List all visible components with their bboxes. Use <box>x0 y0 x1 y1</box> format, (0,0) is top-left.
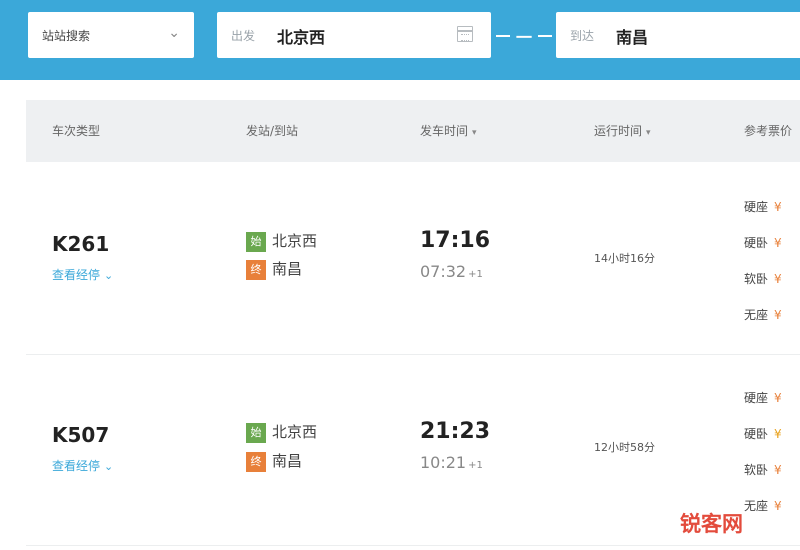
chevron-down-icon: ⌄ <box>104 269 114 282</box>
search-bar: 站站搜索 ⌄ 出发 北京西 一 到达 南昌 <box>0 0 800 80</box>
from-station-value: 北京西 <box>277 28 326 47</box>
seat-type: 软卧 ¥ <box>744 461 782 478</box>
arrival-time: 10:21 +1 <box>420 453 483 472</box>
travel-duration: 12小时58分 <box>594 441 655 454</box>
view-stops-link[interactable]: 查看经停 ⌄ <box>52 266 113 283</box>
departure-station: 始北京西 <box>246 421 317 443</box>
view-stops-link[interactable]: 查看经停 ⌄ <box>52 457 113 474</box>
arrival-day-offset: +1 <box>468 269 483 280</box>
seat-type: 无座 ¥ <box>744 497 782 514</box>
results-table-header: 车次类型 发站/到站 发车时间 ▾ 运行时间 ▾ 参考票价 <box>26 100 800 162</box>
seat-label: 无座 <box>744 499 769 513</box>
seat-type: 硬座 ¥ <box>744 198 782 215</box>
header-price: 参考票价 <box>744 124 793 138</box>
departure-station: 始北京西 <box>246 230 317 252</box>
to-station-input[interactable]: 到达 南昌 <box>556 12 800 58</box>
departure-time: 17:16 <box>420 228 491 253</box>
price-currency: ¥ <box>774 236 782 250</box>
price-currency: ¥ <box>774 427 782 441</box>
arrival-time: 07:32 +1 <box>420 262 483 281</box>
arrival-time-value: 10:21 <box>420 453 467 472</box>
header-depart-time-label: 发车时间 <box>420 124 469 138</box>
price-currency: ¥ <box>774 308 782 322</box>
seat-label: 软卧 <box>744 463 769 477</box>
arrival-station-name: 南昌 <box>272 452 303 470</box>
header-duration[interactable]: 运行时间 ▾ <box>594 122 651 139</box>
header-duration-label: 运行时间 <box>594 124 643 138</box>
departure-station-name: 北京西 <box>272 423 318 441</box>
header-depart-time[interactable]: 发车时间 ▾ <box>420 122 477 139</box>
seat-label: 无座 <box>744 308 769 322</box>
price-currency: ¥ <box>774 499 782 513</box>
sort-arrow-icon: ▾ <box>472 128 477 138</box>
from-station-input[interactable]: 出发 北京西 <box>217 12 491 58</box>
seat-type: 软卧 ¥ <box>744 270 782 287</box>
search-type-select[interactable]: 站站搜索 ⌄ <box>28 12 194 58</box>
price-currency: ¥ <box>774 463 782 477</box>
seat-label: 硬卧 <box>744 236 769 250</box>
end-tag: 终 <box>246 259 266 280</box>
from-placeholder: 出发 <box>231 29 256 43</box>
swap-icon[interactable]: 一 <box>494 24 554 48</box>
price-currency: ¥ <box>774 272 782 286</box>
sort-arrow-icon: ▾ <box>646 128 651 138</box>
seat-label: 硬座 <box>744 391 769 405</box>
start-tag: 始 <box>246 231 266 252</box>
seat-type: 无座 ¥ <box>744 306 782 323</box>
departure-time: 21:23 <box>420 419 491 444</box>
arrival-time-value: 07:32 <box>420 262 467 281</box>
chevron-down-icon: ⌄ <box>104 460 114 473</box>
view-stops-label: 查看经停 <box>52 459 101 473</box>
arrival-station: 终南昌 <box>246 258 302 280</box>
departure-station-name: 北京西 <box>272 232 318 250</box>
seat-type: 硬卧 ¥ <box>744 425 782 442</box>
chevron-down-icon: ⌄ <box>168 25 180 41</box>
swap-label: 一 <box>515 28 532 47</box>
arrival-station: 终南昌 <box>246 450 302 472</box>
seat-label: 硬座 <box>744 200 769 214</box>
header-stations: 发站/到站 <box>246 124 299 138</box>
seat-type: 硬卧 ¥ <box>744 234 782 251</box>
end-tag: 终 <box>246 451 266 472</box>
arrival-day-offset: +1 <box>468 460 483 471</box>
start-tag: 始 <box>246 422 266 443</box>
train-number: K507 <box>52 423 110 447</box>
table-row: K261 查看经停 ⌄ 始北京西 终南昌 17:16 07:32 +1 14小时16… <box>26 162 800 355</box>
calendar-icon[interactable] <box>457 26 473 42</box>
arrival-station-name: 南昌 <box>272 260 303 278</box>
search-type-label: 站站搜索 <box>42 29 91 43</box>
view-stops-label: 查看经停 <box>52 268 101 282</box>
price-currency: ¥ <box>774 391 782 405</box>
header-train-type: 车次类型 <box>52 124 101 138</box>
seat-type: 硬座 ¥ <box>744 389 782 406</box>
travel-duration: 14小时16分 <box>594 252 655 265</box>
train-number: K261 <box>52 232 110 256</box>
seat-label: 软卧 <box>744 272 769 286</box>
seat-label: 硬卧 <box>744 427 769 441</box>
price-currency: ¥ <box>774 200 782 214</box>
watermark-logo: 锐客网 <box>680 511 743 536</box>
to-placeholder: 到达 <box>570 29 595 43</box>
to-station-value: 南昌 <box>616 28 649 47</box>
